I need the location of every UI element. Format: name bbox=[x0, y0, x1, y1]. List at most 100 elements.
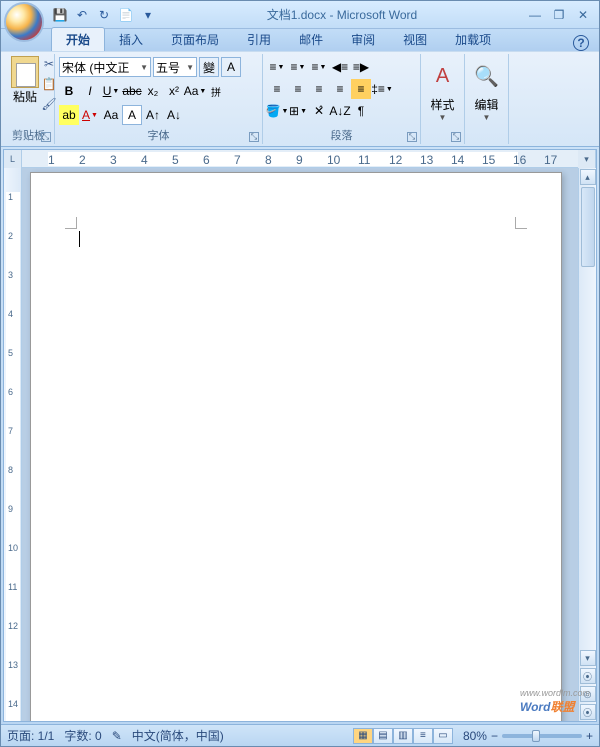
ruler-tick: 10 bbox=[327, 153, 340, 167]
clipboard-dialog-launcher[interactable]: ⤡ bbox=[41, 132, 51, 142]
draft-view[interactable]: ▭ bbox=[433, 728, 453, 744]
align-left-button[interactable]: ≡ bbox=[267, 79, 287, 99]
tab-mailings[interactable]: 邮件 bbox=[285, 28, 337, 51]
zoom-slider[interactable] bbox=[502, 734, 582, 738]
horizontal-ruler[interactable]: 1234567891011121314151617 bbox=[22, 150, 578, 167]
phonetic-guide-button[interactable]: 拼 bbox=[206, 81, 226, 101]
ruler-tick: 16 bbox=[513, 153, 526, 167]
ruler-tick: 1 bbox=[48, 153, 55, 167]
ruler-tick: 3 bbox=[8, 270, 13, 280]
enclose-characters-button[interactable]: A bbox=[122, 105, 142, 125]
vertical-ruler[interactable]: 1234567891011121314 bbox=[4, 168, 22, 721]
qat-customize[interactable]: ▾ bbox=[139, 6, 157, 24]
superscript-button[interactable]: x² bbox=[164, 81, 184, 101]
ruler-toggle[interactable]: ▾ bbox=[578, 150, 596, 168]
minimize-button[interactable]: — bbox=[527, 8, 543, 22]
bold-button[interactable]: B bbox=[59, 81, 79, 101]
strikethrough-button[interactable]: abc bbox=[122, 81, 142, 101]
line-spacing-button[interactable]: ‡≡▼ bbox=[372, 79, 392, 99]
status-words[interactable]: 字数: 0 bbox=[64, 727, 101, 744]
distributed-button[interactable]: ≡ bbox=[351, 79, 371, 99]
ruler-tick: 4 bbox=[8, 309, 13, 319]
ruler-tick: 6 bbox=[203, 153, 210, 167]
clear-formatting-button[interactable]: 變 bbox=[199, 57, 219, 77]
increase-indent-button[interactable]: ≡▶ bbox=[351, 57, 371, 77]
restore-button[interactable]: ❐ bbox=[551, 8, 567, 22]
paste-button[interactable]: 粘贴 bbox=[7, 56, 43, 116]
print-layout-view[interactable]: ▦ bbox=[353, 728, 373, 744]
watermark: www.wordlm.com Word联盟 bbox=[520, 688, 590, 717]
subscript-button[interactable]: x₂ bbox=[143, 81, 163, 101]
ruler-tick: 4 bbox=[141, 153, 148, 167]
character-shading-button[interactable]: Aa bbox=[101, 105, 121, 125]
styles-button[interactable]: 样式 bbox=[425, 96, 460, 113]
vertical-scrollbar[interactable]: ▴ ▾ ⦿ ◎ ⦿ bbox=[578, 168, 596, 721]
align-right-button[interactable]: ≡ bbox=[309, 79, 329, 99]
status-page[interactable]: 页面: 1/1 bbox=[7, 727, 54, 744]
qat-save[interactable]: 💾 bbox=[51, 6, 69, 24]
font-color-button[interactable]: A▼ bbox=[80, 105, 100, 125]
qat-redo[interactable]: ↻ bbox=[95, 6, 113, 24]
numbering-button[interactable]: ≡▼ bbox=[288, 57, 308, 77]
prev-page-button[interactable]: ⦿ bbox=[580, 668, 596, 684]
tab-insert[interactable]: 插入 bbox=[105, 28, 157, 51]
styles-dialog-launcher[interactable]: ⤡ bbox=[451, 132, 461, 142]
paragraph-dialog-launcher[interactable]: ⤡ bbox=[407, 132, 417, 142]
sort-button[interactable]: A↓Z bbox=[330, 101, 350, 121]
align-center-button[interactable]: ≡ bbox=[288, 79, 308, 99]
text-cursor bbox=[79, 231, 80, 247]
scroll-thumb[interactable] bbox=[581, 187, 595, 267]
outline-view[interactable]: ≡ bbox=[413, 728, 433, 744]
zoom-out-button[interactable]: − bbox=[491, 729, 498, 743]
grow-font-button[interactable]: A↑ bbox=[143, 105, 163, 125]
italic-button[interactable]: I bbox=[80, 81, 100, 101]
close-button[interactable]: ✕ bbox=[575, 8, 591, 22]
shading-button[interactable]: 🪣▼ bbox=[267, 101, 287, 121]
tab-review[interactable]: 审阅 bbox=[337, 28, 389, 51]
fullscreen-reading-view[interactable]: ▤ bbox=[373, 728, 393, 744]
ruler-tick: 14 bbox=[451, 153, 464, 167]
decrease-indent-button[interactable]: ◀≡ bbox=[330, 57, 350, 77]
qat-new[interactable]: 📄 bbox=[117, 6, 135, 24]
page-1[interactable] bbox=[30, 172, 562, 721]
multilevel-list-button[interactable]: ≡▼ bbox=[309, 57, 329, 77]
tab-selector[interactable]: L bbox=[4, 150, 22, 168]
bullets-button[interactable]: ≡▼ bbox=[267, 57, 287, 77]
tab-layout[interactable]: 页面布局 bbox=[157, 28, 233, 51]
status-language[interactable]: 中文(简体，中国) bbox=[132, 727, 224, 744]
font-dialog-launcher[interactable]: ⤡ bbox=[249, 132, 259, 142]
show-marks-button[interactable]: ¶ bbox=[351, 101, 371, 121]
ruler-tick: 5 bbox=[172, 153, 179, 167]
scroll-down-button[interactable]: ▾ bbox=[580, 650, 596, 666]
font-group-label: 字体 bbox=[55, 127, 262, 143]
underline-button[interactable]: U▼ bbox=[101, 81, 121, 101]
zoom-in-button[interactable]: + bbox=[586, 729, 593, 743]
web-layout-view[interactable]: ▥ bbox=[393, 728, 413, 744]
tab-home[interactable]: 开始 bbox=[51, 27, 105, 51]
ruler-tick: 15 bbox=[482, 153, 495, 167]
scroll-up-button[interactable]: ▴ bbox=[580, 169, 596, 185]
qat-undo[interactable]: ↶ bbox=[73, 6, 91, 24]
character-border-button[interactable]: A bbox=[221, 57, 241, 77]
text-direction-button[interactable]: ✕̂ bbox=[309, 101, 329, 121]
borders-button[interactable]: ⊞▼ bbox=[288, 101, 308, 121]
highlight-button[interactable]: ab bbox=[59, 105, 79, 125]
paste-label: 粘贴 bbox=[13, 88, 37, 105]
office-button[interactable] bbox=[4, 2, 44, 42]
help-icon[interactable]: ? bbox=[573, 35, 589, 51]
font-size-combo[interactable]: 五号▼ bbox=[153, 57, 197, 77]
ruler-tick: 7 bbox=[8, 426, 13, 436]
ruler-tick: 13 bbox=[8, 660, 18, 670]
tab-references[interactable]: 引用 bbox=[233, 28, 285, 51]
document-area[interactable] bbox=[22, 168, 578, 721]
ruler-tick: 17 bbox=[544, 153, 557, 167]
status-proofing-icon[interactable]: ✎ bbox=[112, 729, 122, 743]
justify-button[interactable]: ≡ bbox=[330, 79, 350, 99]
zoom-level[interactable]: 80% bbox=[463, 729, 487, 743]
shrink-font-button[interactable]: A↓ bbox=[164, 105, 184, 125]
edit-button[interactable]: 编辑 bbox=[469, 96, 504, 113]
font-name-combo[interactable]: 宋体 (中文正▼ bbox=[59, 57, 151, 77]
tab-view[interactable]: 视图 bbox=[389, 28, 441, 51]
change-case-button[interactable]: Aa▼ bbox=[185, 81, 205, 101]
tab-addins[interactable]: 加载项 bbox=[441, 28, 505, 51]
